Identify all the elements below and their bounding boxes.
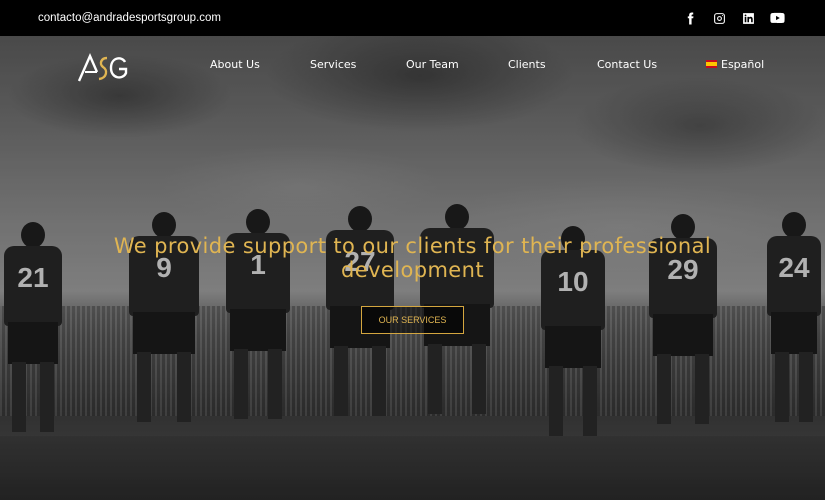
language-label: Español <box>721 58 765 71</box>
linkedin-icon[interactable] <box>741 11 756 26</box>
nav-about-us[interactable]: About Us <box>210 58 260 71</box>
hero-headline: We provide support to our clients for th… <box>113 234 712 282</box>
contact-email[interactable]: contacto@andradesportsgroup.com <box>38 12 221 24</box>
nav-our-team[interactable]: Our Team <box>406 58 459 71</box>
spain-flag-icon <box>706 60 717 68</box>
nav-language-switch[interactable]: Español <box>706 58 764 71</box>
youtube-icon[interactable] <box>770 11 785 26</box>
nav-contact-us[interactable]: Contact Us <box>597 58 657 71</box>
instagram-icon[interactable] <box>712 11 727 26</box>
facebook-icon[interactable] <box>683 11 698 26</box>
social-links <box>683 11 785 26</box>
main-nav: About Us Services Our Team Clients Conta… <box>0 36 825 98</box>
our-services-button[interactable]: OUR SERVICES <box>361 306 464 334</box>
asg-logo[interactable] <box>77 52 129 84</box>
top-bar: contacto@andradesportsgroup.com <box>0 0 825 36</box>
nav-services[interactable]: Services <box>310 58 356 71</box>
nav-clients[interactable]: Clients <box>508 58 546 71</box>
